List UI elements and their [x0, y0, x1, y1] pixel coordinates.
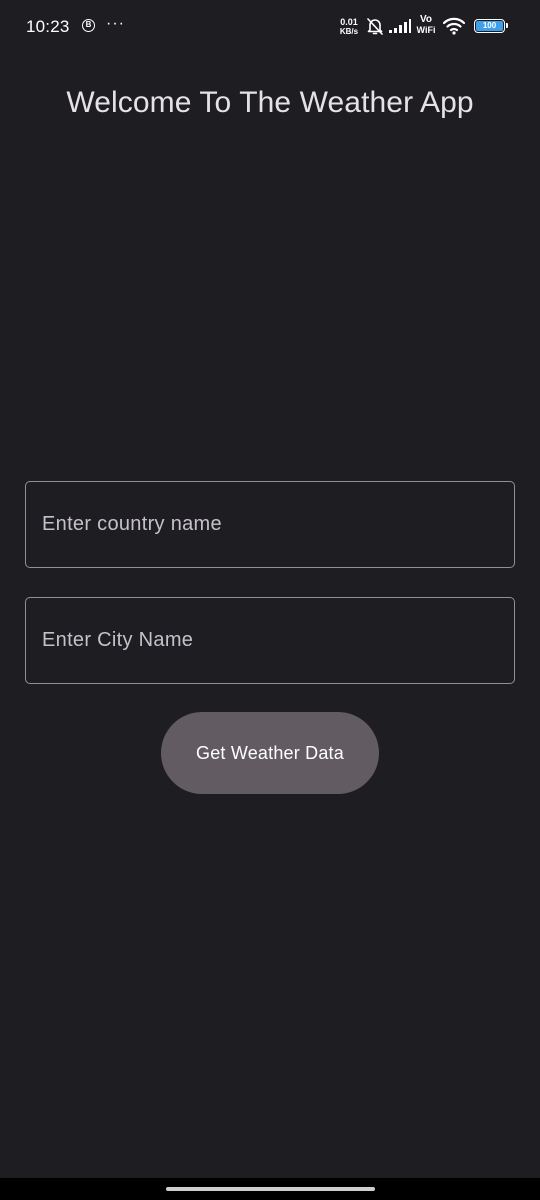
vowifi-top: Vo — [419, 14, 433, 25]
country-input[interactable] — [26, 482, 514, 567]
status-time: 10:23 — [26, 17, 70, 36]
more-notifications-icon: ··· — [106, 15, 125, 32]
bell-off-icon — [367, 18, 383, 35]
get-weather-data-button[interactable]: Get Weather Data — [161, 712, 379, 794]
network-speed-unit: KB/s — [339, 27, 359, 36]
b-badge-icon: B — [82, 19, 95, 32]
vowifi-bottom: WiFi — [416, 25, 436, 35]
battery-level: 100 — [476, 21, 503, 31]
battery-icon: 100 — [474, 19, 508, 33]
network-speed: 0.01 KB/s — [338, 17, 360, 37]
home-gesture-handle[interactable] — [166, 1187, 375, 1191]
signal-icon — [389, 19, 411, 33]
city-field[interactable] — [25, 597, 515, 684]
country-field[interactable] — [25, 481, 515, 568]
page-title: Welcome To The Weather App — [66, 86, 474, 120]
status-bar: 10:23 B ··· 0.01 KB/s Vo WiFi 100 — [0, 0, 540, 56]
vowifi-indicator: Vo WiFi — [415, 14, 437, 36]
wifi-icon — [443, 17, 465, 35]
network-speed-value: 0.01 — [340, 17, 358, 27]
navigation-bar — [0, 1178, 540, 1200]
city-input[interactable] — [26, 598, 514, 683]
